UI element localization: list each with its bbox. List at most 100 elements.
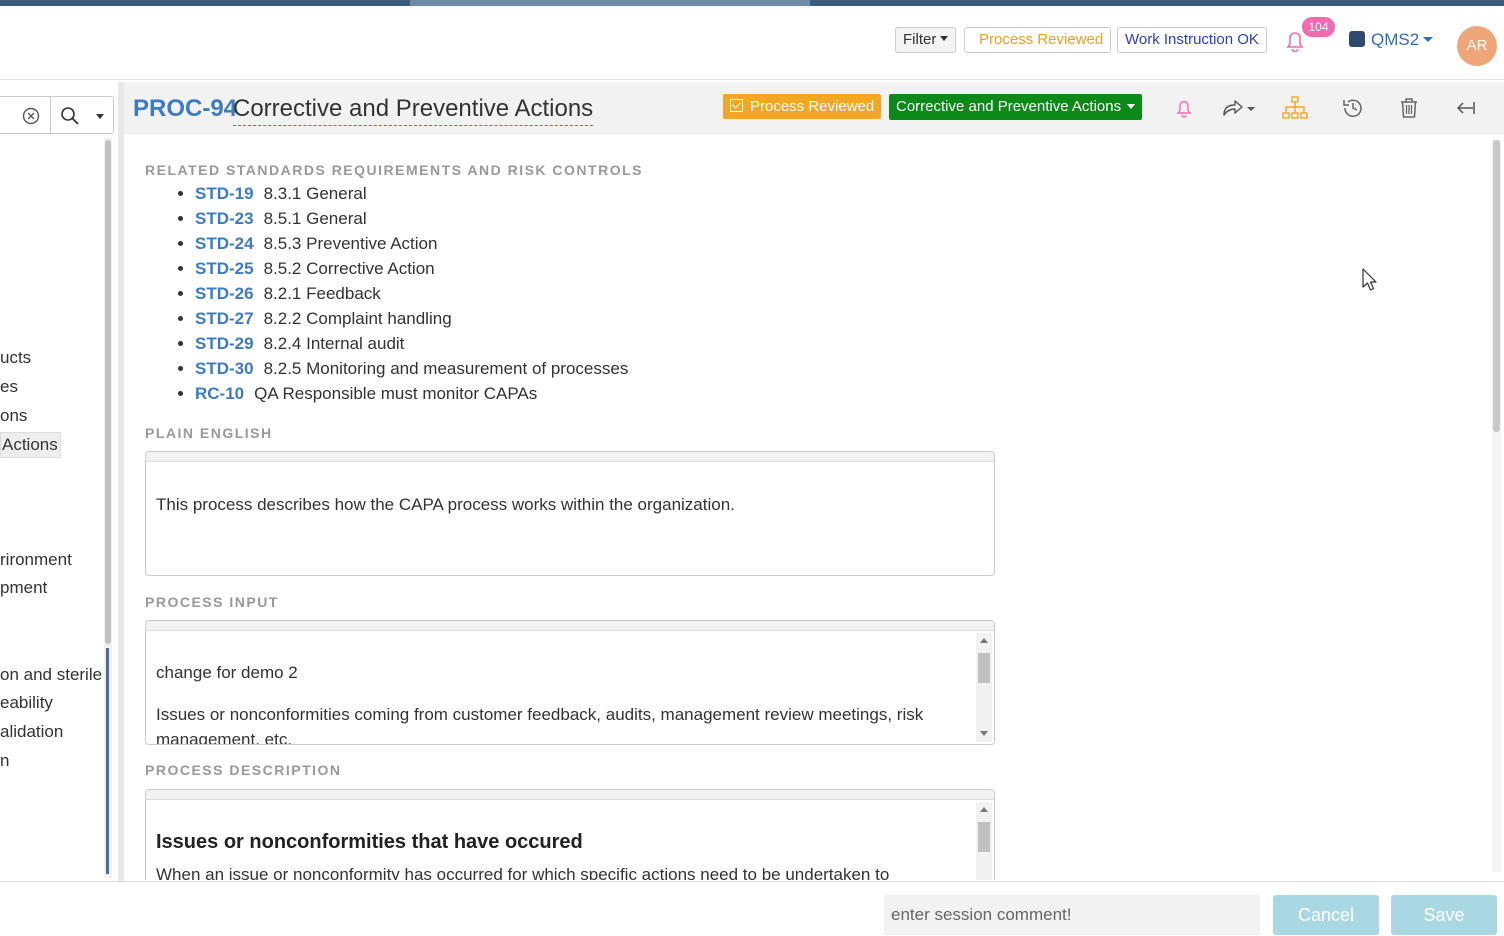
standard-text: 8.5.3 Preventive Action [263,234,438,253]
process-type-dropdown[interactable]: Corrective and Preventive Actions [889,94,1143,120]
standard-text: 8.2.1 Feedback [263,284,381,303]
chevron-down-icon [940,36,949,41]
chevron-down-icon [1127,104,1136,109]
document-content: RELATED STANDARDS REQUIREMENTS AND RISK … [124,134,1490,880]
workspace-selector[interactable]: QMS2 [1349,30,1434,50]
scrollbar-thumb[interactable] [978,822,990,852]
list-item: STD-29 8.2.4 Internal audit [177,333,628,358]
tree-item[interactable]: pment [0,578,47,598]
mouse-cursor-icon [1362,268,1377,291]
standard-text: 8.3.1 General [263,184,367,203]
scroll-down-icon[interactable] [980,731,988,736]
tree-search-box[interactable] [0,96,114,134]
tree-item[interactable]: alidation [0,722,63,742]
list-item: STD-19 8.3.1 General [177,183,628,208]
save-button[interactable]: Save [1391,895,1497,935]
process-title[interactable]: Corrective and Preventive Actions [233,95,594,126]
tree-item[interactable]: ons [0,406,27,426]
process-input-editor[interactable]: change for demo 2 Issues or nonconformit… [145,620,995,745]
trash-icon[interactable] [1396,95,1422,121]
tree-item-active[interactable]: Actions [0,432,61,458]
editor-scrollbar[interactable] [976,802,992,880]
workspace-label: QMS2 [1371,30,1420,49]
standard-text: 8.5.2 Corrective Action [263,259,435,278]
standard-text: QA Responsible must monitor CAPAs [254,384,538,403]
standard-link[interactable]: STD-29 [195,334,254,353]
editor-toolbar [146,790,994,800]
process-id[interactable]: PROC-94 [133,95,237,123]
chevron-down-icon[interactable] [96,114,104,119]
list-item: STD-27 8.2.2 Complaint handling [177,308,628,333]
standard-link[interactable]: STD-23 [195,209,254,228]
plain-english-text[interactable]: This process describes how the CAPA proc… [146,462,994,517]
collapse-panel-icon[interactable] [1453,95,1479,121]
history-icon[interactable] [1340,95,1366,121]
filter-button[interactable]: Filter [895,27,957,53]
document-titlebar: PROC-94 Corrective and Preventive Action… [124,82,1504,134]
list-item: STD-26 8.2.1 Feedback [177,283,628,308]
standard-link[interactable]: STD-24 [195,234,254,253]
checkbox-icon [730,99,743,112]
scrollbar-thumb[interactable] [978,653,990,683]
related-section-heading: RELATED STANDARDS REQUIREMENTS AND RISK … [145,162,643,178]
list-item: STD-30 8.2.5 Monitoring and measurement o… [177,358,628,383]
bell-icon[interactable] [1171,95,1197,121]
editor-toolbar [146,452,994,462]
left-tree-panel: ucts es ons Actions rironment pment on a… [0,82,118,882]
search-icon[interactable] [60,106,80,126]
list-item: RC-10 QA Responsible must monitor CAPAs [177,383,628,408]
process-input-heading: PROCESS INPUT [145,594,279,610]
tree-scrollbar-thumb[interactable] [105,140,111,644]
hierarchy-icon[interactable] [1282,95,1308,121]
tree-item[interactable]: eability [0,693,53,713]
process-description-heading: PROCESS DESCRIPTION [145,762,342,778]
list-item: STD-24 8.5.3 Preventive Action [177,233,628,258]
process-reviewed-filter[interactable]: Process Reviewed [964,27,1112,53]
standard-link[interactable]: STD-25 [195,259,254,278]
standard-text: 8.5.1 General [263,209,367,228]
tree-item[interactable]: n [0,751,9,771]
standard-text: 8.2.5 Monitoring and measurement of proc… [263,359,629,378]
standard-link[interactable]: STD-30 [195,359,254,378]
tree-item[interactable]: rironment [0,550,72,570]
plain-english-editor[interactable]: This process describes how the CAPA proc… [145,451,995,576]
filter-label: Filter [903,31,937,48]
workspace-color-icon [1349,31,1365,47]
list-item: STD-23 8.5.1 General [177,208,628,233]
standard-link[interactable]: STD-19 [195,184,254,203]
share-icon[interactable] [1221,95,1259,121]
main-scrollbar[interactable] [1492,140,1501,872]
related-standards-list: STD-19 8.3.1 General STD-23 8.5.1 General … [177,183,628,408]
risk-control-link[interactable]: RC-10 [195,384,244,403]
process-type-label: Corrective and Preventive Actions [896,98,1122,115]
cancel-button[interactable]: Cancel [1273,895,1379,935]
standard-text: 8.2.2 Complaint handling [263,309,452,328]
session-comment-input[interactable] [884,895,1260,935]
process-description-editor[interactable]: Issues or nonconformities that have occu… [145,789,995,880]
tree-item[interactable]: on and sterile [0,665,102,685]
user-avatar[interactable]: AR [1457,26,1497,66]
editor-toolbar [146,621,994,631]
work-instruction-ok-filter[interactable]: Work Instruction OK [1117,27,1267,53]
tree-item[interactable]: es [0,377,18,397]
tree-item[interactable]: ucts [0,348,31,368]
list-item: STD-25 8.5.2 Corrective Action [177,258,628,283]
scroll-up-icon[interactable] [980,638,988,643]
process-description-title[interactable]: Issues or nonconformities that have occu… [146,800,994,855]
process-input-paragraph-1[interactable]: change for demo 2 [146,631,994,685]
process-input-paragraph-2[interactable]: Issues or nonconformities coming from cu… [146,685,994,744]
status-badge[interactable]: Process Reviewed [723,94,882,119]
process-description-text[interactable]: When an issue or nonconformity has occur… [146,855,994,880]
scroll-up-icon[interactable] [980,807,988,812]
status-label: Process Reviewed [750,98,875,115]
standard-link[interactable]: STD-26 [195,284,254,303]
standard-link[interactable]: STD-27 [195,309,254,328]
plain-english-heading: PLAIN ENGLISH [145,425,273,441]
editor-scrollbar[interactable] [976,633,992,742]
app-header: Filter Process Reviewed Work Instruction… [0,6,1504,80]
session-footer: Cancel Save [0,881,1504,936]
clear-icon[interactable] [22,107,40,125]
tree-scroll-indicator [106,648,109,874]
main-scrollbar-thumb[interactable] [1493,140,1500,432]
search-separator [50,97,51,133]
